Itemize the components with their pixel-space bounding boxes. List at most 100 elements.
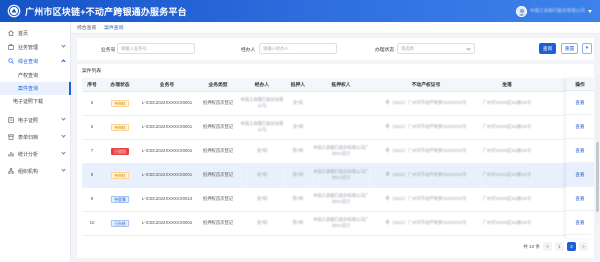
view-link[interactable]: 查看 <box>566 91 594 115</box>
row-no: 10 <box>82 211 102 236</box>
chevron-down-icon <box>466 46 471 51</box>
table-row[interactable]: 6 待审核 L-ICBC2022XXXXXX0001 抵押权首次登记 中国工商银… <box>82 115 590 140</box>
row-handler: 金*明 <box>240 163 284 188</box>
row-mortgagor: 陈*明 <box>284 211 312 236</box>
tab-query[interactable]: 综合查询 <box>77 24 96 31</box>
view-link[interactable]: 查看 <box>566 163 594 187</box>
breadcrumb: 综合查询 案件查询 <box>71 22 600 34</box>
view-link[interactable]: 查看 <box>566 211 594 235</box>
status-badge: 待审核 <box>111 123 129 131</box>
table-row[interactable]: 8 待审核 L-ICBC2022XXXXXX0001 抵押权首次登记 金*明 陈… <box>82 163 590 188</box>
column-header: 序号 <box>82 78 102 92</box>
row-mortgagor: 金*民 <box>284 91 312 116</box>
row-biz-no: L-ICBC2022XXXXXX0002 <box>138 211 196 236</box>
prev-page-button[interactable]: < <box>543 242 552 251</box>
avatar[interactable] <box>515 5 527 17</box>
status-badge: 待审核 <box>111 99 129 107</box>
row-type: 抵押权首次登记 <box>196 187 240 212</box>
sidebar-item-home[interactable]: 首页 <box>0 26 71 40</box>
user-menu[interactable]: 中国工商银行股份有限公司 <box>515 5 592 17</box>
sidebar-item-label: 综合查询 <box>18 58 39 65</box>
table-row[interactable]: 10 已办结 L-ICBC2022XXXXXX0002 抵押权首次登记 金*明 … <box>82 211 590 236</box>
biz-no-input[interactable] <box>117 43 195 54</box>
column-header: 办理状态 <box>102 78 138 92</box>
row-no: 5 <box>82 91 102 116</box>
sidebar-item-certificate[interactable]: 电子证照 <box>0 113 71 127</box>
status-badge: 待登簿 <box>111 195 129 203</box>
sidebar-item-label: 电子证照 <box>18 117 39 124</box>
column-header: 抵押权人 <box>312 78 370 92</box>
table-header-row: 序号 办理状态 业务号 业务类型 经办人 抵押人 抵押权人 不动产权证号 坐落 … <box>82 78 590 92</box>
chevron-down-icon <box>61 116 66 121</box>
column-header: 业务类型 <box>196 78 240 92</box>
row-type: 抵押权首次登记 <box>196 115 240 140</box>
status-select-value: 请选择 <box>401 45 414 51</box>
briefcase-icon <box>8 44 14 50</box>
pagination: 共 10 条 < 1 2 > <box>523 242 588 251</box>
sidebar-subitem-case[interactable]: 案件查询 <box>0 82 71 95</box>
sidebar-subitem-label: 电子证照下载 <box>13 99 44 105</box>
status-select[interactable]: 请选择 <box>397 43 475 54</box>
row-handler: 中国工商银行股份有限公司 <box>240 91 284 116</box>
page-button-current[interactable]: 2 <box>567 242 576 251</box>
tab-case-query[interactable]: 案件查询 <box>104 24 123 31</box>
expand-toggle-button[interactable]: ▾ <box>582 43 592 54</box>
page-button[interactable]: 1 <box>555 242 564 251</box>
sidebar-subitem-label: 产权查询 <box>18 73 39 79</box>
sidebar-item-business[interactable]: 业务管理 <box>0 40 71 54</box>
row-mortgagor: 陈*明 <box>284 187 312 212</box>
view-link[interactable]: 查看 <box>566 115 594 139</box>
row-biz-no: L-ICBC2022XXXXXX0001 <box>138 91 196 116</box>
logo-icon <box>7 4 21 18</box>
row-no: 6 <box>82 115 102 140</box>
filter-panel: 业务号 经办人 办理状态 请选择 查询 重置 ▾ <box>77 38 594 60</box>
sidebar-subitem-label: 案件查询 <box>18 86 39 92</box>
chevron-down-icon[interactable] <box>588 9 592 13</box>
row-cert: 粤（2022）广州市不动产权第XXXXXXX号 <box>370 139 482 164</box>
column-header: 不动产权证号 <box>370 78 482 92</box>
search-button[interactable]: 查询 <box>539 43 556 54</box>
sidebar-item-query[interactable]: 综合查询 <box>0 54 71 68</box>
handler-input[interactable] <box>259 43 337 54</box>
row-mortgagor: 金*明 <box>284 115 312 140</box>
sidebar-item-statistics[interactable]: 统计分析 <box>0 147 71 161</box>
row-no: 9 <box>82 187 102 212</box>
org-icon <box>8 168 14 174</box>
table-row[interactable]: 9 待登簿 L-ICBC2022XXXXXX0013 抵押权首次登记 金*明 陈… <box>82 187 590 212</box>
column-header-operation: 操作 <box>566 78 594 91</box>
row-location: 广州市XXXX区XX路XX号 <box>482 163 532 188</box>
handler-label: 经办人 <box>241 48 256 53</box>
view-link[interactable]: 查看 <box>566 187 594 211</box>
column-header: 抵押人 <box>284 78 312 92</box>
sidebar-item-archive[interactable]: 表单归档 <box>0 130 71 144</box>
next-page-button[interactable]: > <box>579 242 588 251</box>
sidebar-item-label: 首页 <box>18 30 29 37</box>
vertical-scrollbar[interactable] <box>596 74 599 224</box>
row-mortgagee: 中国工商银行股份有限公司广州XX支行 <box>312 187 370 212</box>
chevron-up-icon <box>61 59 66 64</box>
sidebar-subitem-property[interactable]: 产权查询 <box>0 69 71 82</box>
status-badge: 待审核 <box>111 171 129 179</box>
sidebar-subitem-download[interactable]: 电子证照下载 <box>0 95 71 108</box>
row-no: 7 <box>82 139 102 164</box>
app-title: 广州市区块链+不动产跨银通办服务平台 <box>25 7 187 17</box>
view-link[interactable]: 查看 <box>566 139 594 163</box>
user-name[interactable]: 中国工商银行股份有限公司 <box>530 8 585 14</box>
reset-button[interactable]: 重置 <box>561 43 578 54</box>
sidebar-item-org[interactable]: 组织机构 <box>0 164 71 178</box>
row-cert: 粤（2022）广州市不动产权第XXXXXXX号 <box>370 163 482 188</box>
table-row[interactable]: 7 已驳回 L-ICBC2022XXXXXX0002 抵押权首次登记 金*明 陈… <box>82 139 590 164</box>
row-mortgagee: 中国工商银行股份有限公司广州XX支行 <box>312 211 370 236</box>
row-cert: 粤（2022）广州市不动产权第XXXXXXX号 <box>370 187 482 212</box>
status-badge: 已办结 <box>111 219 129 227</box>
sidebar-item-label: 统计分析 <box>18 151 39 158</box>
row-cert: 粤（2022）广州市不动产权第XXXXXXX号 <box>370 115 482 140</box>
sidebar-item-label: 业务管理 <box>18 44 39 51</box>
table-row[interactable]: 5 待审核 L-ICBC2022XXXXXX0001 抵押权首次登记 中国工商银… <box>82 91 590 116</box>
row-type: 抵押权首次登记 <box>196 163 240 188</box>
chart-icon <box>8 152 14 157</box>
sidebar-item-label: 组织机构 <box>18 168 39 175</box>
row-location: 广州市XXXX区XX路XX号 <box>482 139 532 164</box>
scrollbar-thumb[interactable] <box>596 142 599 212</box>
chevron-down-icon <box>61 43 66 48</box>
